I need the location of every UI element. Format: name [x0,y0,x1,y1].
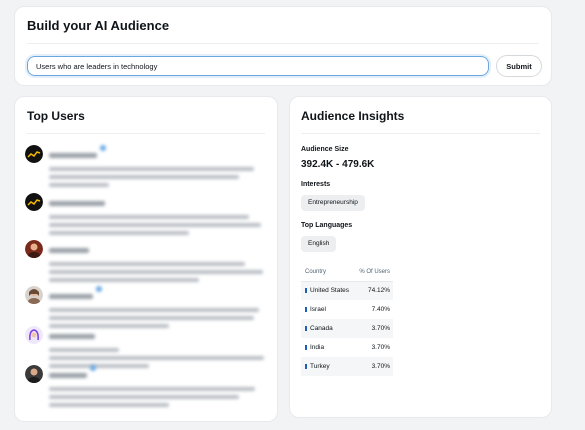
percent-cell: 3.70% [352,319,393,338]
person-avatar-icon [25,286,43,304]
divider [27,43,539,44]
audience-query-input[interactable] [27,56,489,76]
blurred-user-details [49,365,265,407]
country-column-header: Country [301,263,353,282]
interests-label: Interests [301,181,331,188]
country-cell: Turkey [301,357,353,376]
divider [27,133,265,134]
interest-chip: Entrepreneurship [301,195,365,211]
build-audience-title: Build your AI Audience [27,18,170,33]
country-name: Turkey [310,363,330,370]
illustration-avatar-icon [25,326,43,344]
audience-size-value: 392.4K - 479.6K [301,159,375,170]
top-languages-label: Top Languages [301,222,353,229]
country-cell: United States [301,281,353,300]
percent-cell: 74.12% [352,281,393,300]
audience-size-label: Audience Size [301,146,349,153]
blurred-user-details [49,326,265,368]
flag-icon [305,288,307,294]
user-row[interactable] [25,326,269,368]
person-avatar-icon [25,240,43,258]
user-row[interactable] [25,145,269,187]
person-avatar-icon [25,365,43,383]
flag-icon [305,363,307,369]
table-row: Israel 7.40% [301,300,393,319]
top-users-card: Top Users [14,96,278,422]
country-table: Country % Of Users United States 74.12% … [301,263,393,376]
table-row: India 3.70% [301,338,393,357]
flag-icon [305,325,307,331]
country-name: India [310,344,325,351]
flag-icon [305,306,307,312]
user-row[interactable] [25,240,269,282]
chart-avatar-icon [25,193,43,211]
build-audience-card: Build your AI Audience Submit [14,6,552,86]
table-header-row: Country % Of Users [301,263,393,282]
blurred-user-details [49,145,265,187]
country-name: Israel [310,306,326,313]
user-row[interactable] [25,365,269,407]
divider [301,133,540,134]
blurred-user-details [49,193,265,235]
percent-cell: 3.70% [371,344,390,351]
table-row: Canada 3.70% [301,319,393,338]
country-name: Canada [310,325,333,332]
country-cell: Israel [301,300,353,319]
user-row[interactable] [25,286,269,328]
percent-cell: 3.70% [352,357,393,376]
audience-insights-card: Audience Insights Audience Size 392.4K -… [289,96,552,418]
country-cell: Canada [301,319,353,338]
submit-button[interactable]: Submit [496,55,542,77]
top-users-title: Top Users [27,109,85,123]
percent-column-header: % Of Users [352,263,393,282]
blurred-user-details [49,286,265,328]
table-row: Turkey 3.70% [301,357,393,376]
table-row: United States 74.12% [301,281,393,300]
language-chip: English [301,236,337,252]
flag-icon [305,344,307,350]
chart-avatar-icon [25,145,43,163]
blurred-user-details [49,240,265,282]
country-name: United States [310,287,350,295]
audience-insights-title: Audience Insights [301,109,405,123]
user-row[interactable] [25,193,269,235]
country-cell: India [301,338,353,357]
percent-cell: 7.40% [371,306,390,313]
